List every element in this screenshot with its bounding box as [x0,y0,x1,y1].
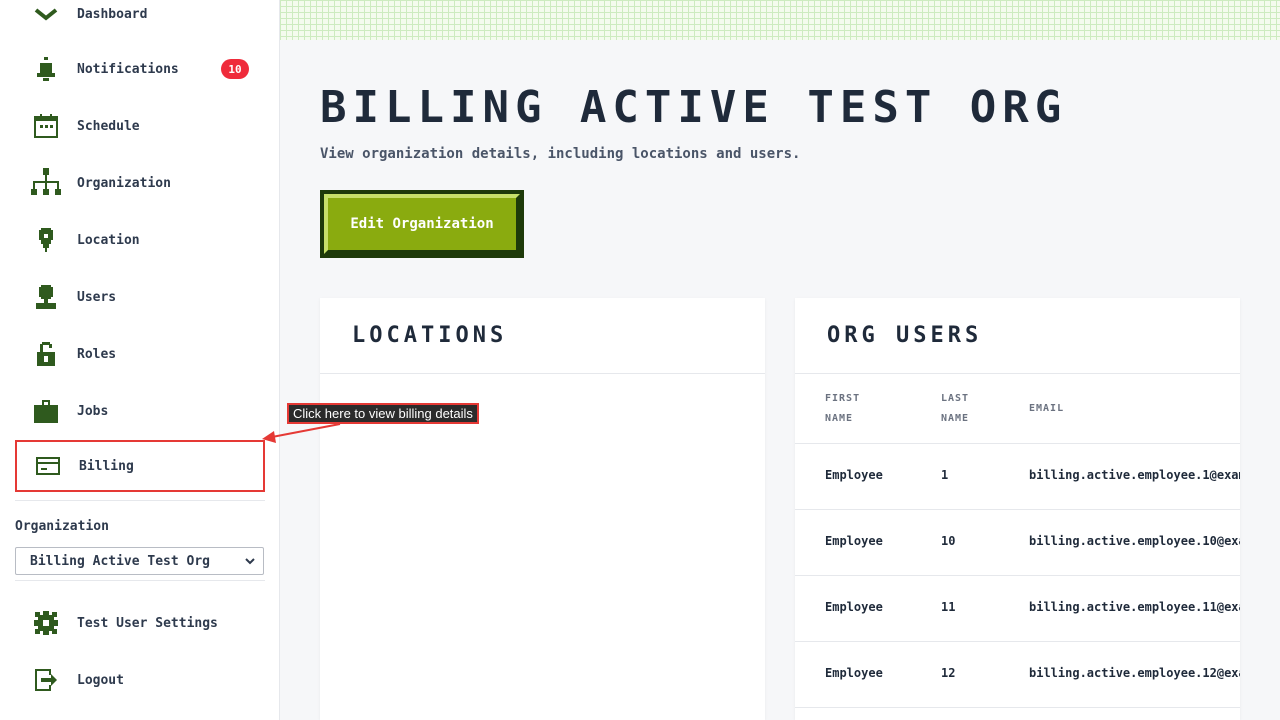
cell-first-name: Employee [825,534,883,548]
edit-organization-button-label: Edit Organization [324,194,520,254]
chevron-down-icon [243,554,257,572]
sidebar-item-schedule[interactable]: Schedule [15,100,265,152]
organization-select[interactable]: Billing Active Test Org [15,547,264,575]
header-grid-pattern [280,0,1280,40]
unlock-icon [30,338,62,370]
sidebar-item-billing[interactable]: Billing [15,440,265,492]
cell-email: billing.active.employee.1@example.com [1029,468,1240,482]
gear-icon [30,607,62,639]
dashboard-icon [30,0,62,30]
cell-first-name: Employee [825,468,883,482]
sidebar-item-label: Roles [77,346,117,362]
sidebar-item-label: Notifications [77,61,179,77]
sidebar-item-roles[interactable]: Roles [15,328,265,380]
sidebar-item-label: Location [77,232,140,248]
map-pin-icon [30,224,62,256]
credit-card-icon [32,450,64,482]
org-users-table-header: FIRST NAME LAST NAME EMAIL [795,374,1240,444]
table-row[interactable]: Employee 12 billing.active.employee.12@e… [795,642,1240,708]
user-icon [30,281,62,313]
page-title: BILLING ACTIVE TEST ORG [320,82,1068,133]
locations-card: LOCATIONS [320,298,765,720]
cell-last-name: 12 [941,666,956,680]
sidebar-item-label: Logout [77,672,124,688]
logout-icon [30,664,62,696]
sidebar: Dashboard Notifications 10 Schedule Orga… [0,0,280,720]
edit-organization-button[interactable]: Edit Organization [320,190,524,258]
table-row[interactable]: Employee 11 billing.active.employee.11@e… [795,576,1240,642]
sidebar-item-label: Schedule [77,118,140,134]
cell-email: billing.active.employee.11@example.com [1029,600,1240,614]
sidebar-item-location[interactable]: Location [15,214,265,266]
organization-select-label: Organization [15,519,109,534]
notification-count-badge: 10 [221,59,249,79]
sidebar-item-logout[interactable]: Logout [15,654,265,706]
annotation-tooltip: Click here to view billing details [287,403,479,424]
sidebar-item-settings[interactable]: Test User Settings [15,597,265,649]
table-row[interactable]: Employee 10 billing.active.employee.10@e… [795,510,1240,576]
sidebar-item-label: Users [77,289,117,305]
column-header-first-name[interactable]: FIRST NAME [825,389,860,429]
calendar-icon [30,110,62,142]
sidebar-item-label: Test User Settings [77,615,218,631]
bell-icon [30,53,62,85]
page-subtitle: View organization details, including loc… [320,146,801,162]
cell-last-name: 11 [941,600,956,614]
org-users-card: ORG USERS FIRST NAME LAST NAME EMAIL Emp… [795,298,1240,720]
cell-email: billing.active.employee.12@example.com [1029,666,1240,680]
sidebar-item-label: Dashboard [77,6,148,22]
cell-last-name: 10 [941,534,956,548]
cell-last-name: 1 [941,468,949,482]
sidebar-divider [15,580,265,581]
organization-select-value: Billing Active Test Org [30,553,211,569]
table-row[interactable]: Employee 1 billing.active.employee.1@exa… [795,444,1240,510]
sidebar-item-users[interactable]: Users [15,271,265,323]
sidebar-item-label: Billing [79,458,134,474]
cell-first-name: Employee [825,666,883,680]
cell-first-name: Employee [825,600,883,614]
sidebar-item-label: Organization [77,175,171,191]
briefcase-icon [30,395,62,427]
sidebar-item-notifications[interactable]: Notifications 10 [15,43,265,95]
sidebar-item-jobs[interactable]: Jobs [15,385,265,437]
locations-title: LOCATIONS [320,298,765,374]
cell-email: billing.active.employee.10@example.com [1029,534,1240,548]
column-header-email[interactable]: EMAIL [1029,399,1064,419]
sidebar-item-organization[interactable]: Organization [15,157,265,209]
org-chart-icon [30,167,62,199]
column-header-last-name[interactable]: LAST NAME [941,389,969,429]
org-users-title: ORG USERS [795,298,1240,374]
sidebar-divider [15,500,265,501]
sidebar-item-label: Jobs [77,403,109,419]
sidebar-item-dashboard[interactable]: Dashboard [15,0,265,40]
